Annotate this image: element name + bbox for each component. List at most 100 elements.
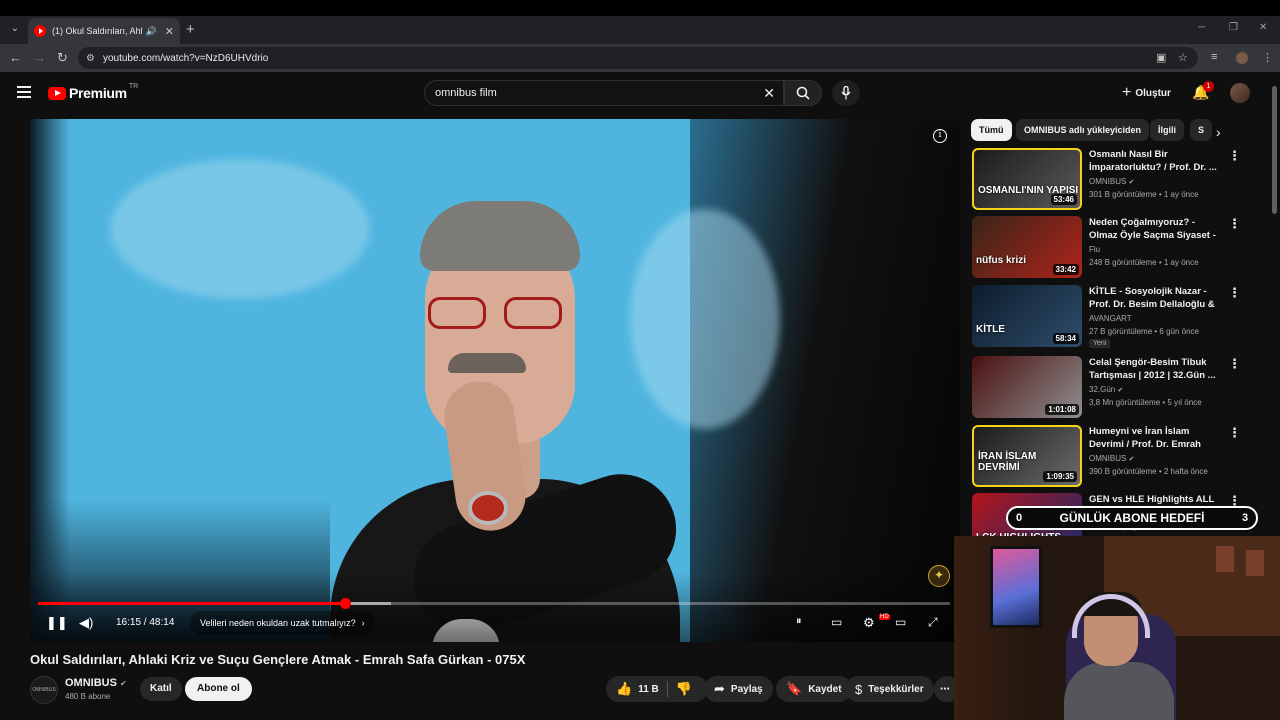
recommendation-thumbnail[interactable]: nüfus krizi 33:42	[972, 216, 1082, 278]
info-icon[interactable]: i	[933, 129, 947, 143]
like-count[interactable]: 11 B	[638, 684, 659, 695]
install-app-icon[interactable]: ▣	[1156, 51, 1166, 64]
recommendation-channel[interactable]: Flu	[1089, 245, 1100, 254]
thumbs-up-icon[interactable]: 👍	[616, 681, 632, 697]
recommendation-channel[interactable]: AVANGART	[1089, 314, 1132, 323]
maximize-icon[interactable]: ❐	[1229, 22, 1238, 33]
recommendation-title[interactable]: Humeyni ve İran İslam Devrimi / Prof. Dr…	[1089, 425, 1221, 451]
recommendation-channel[interactable]: OMNIBUS ✔	[1089, 177, 1134, 186]
thumbs-down-icon[interactable]: 👎	[676, 681, 692, 697]
channel-name[interactable]: OMNIBUS ✔	[65, 677, 127, 689]
subscribe-button[interactable]: Abone ol	[185, 677, 252, 701]
recommendation-thumbnail[interactable]: 1:01:08	[972, 356, 1082, 418]
reload-icon[interactable]: ↻	[57, 50, 68, 66]
address-bar[interactable]: ⚙ youtube.com/watch?v=NzD6UHVdrio	[78, 47, 1198, 69]
recommendation-channel[interactable]: 32.Gün ✔	[1089, 385, 1123, 394]
chevron-right-icon[interactable]: ›	[1216, 124, 1221, 140]
window-close-icon[interactable]: ✕	[1259, 22, 1267, 33]
progress-bar[interactable]	[38, 598, 950, 609]
thumbnail-text: İRAN İSLAM DEVRİMİ	[978, 451, 1037, 473]
profile-icon[interactable]	[1236, 52, 1248, 64]
plus-icon: +	[1122, 84, 1132, 101]
volume-icon[interactable]: ◀)	[79, 615, 93, 631]
more-vertical-icon[interactable]: ⋮	[1228, 216, 1241, 232]
chip-all[interactable]: Tümü	[971, 119, 1012, 141]
recommendation-item[interactable]: KİTLE 58:34 KİTLE - Sosyolojik Nazar - Pro…	[970, 285, 1250, 349]
recommendation-item[interactable]: OSMANLI'NIN YAPISI 53:46 Osmanlı Nasıl Bir…	[970, 148, 1250, 212]
webcam-monitor	[990, 546, 1042, 628]
more-vertical-icon[interactable]: ⋮	[1228, 425, 1241, 441]
verified-icon: ✔	[1117, 387, 1124, 394]
page-scrollbar[interactable]	[1272, 86, 1277, 214]
speaker-hair	[420, 201, 580, 271]
theater-mode-icon[interactable]: ▭	[895, 615, 906, 629]
thanks-button[interactable]: $ Teşekkürler	[845, 676, 934, 702]
autoplay-toggle-icon[interactable]: ⏸	[796, 615, 802, 628]
duration-badge: 1:09:35	[1043, 471, 1077, 482]
recommendation-thumbnail[interactable]: OSMANLI'NIN YAPISI 53:46	[972, 148, 1082, 210]
more-vertical-icon[interactable]: ⋮	[1228, 285, 1241, 301]
fullscreen-icon[interactable]: ⤢	[928, 615, 938, 630]
save-button[interactable]: 🔖 Kaydet	[776, 676, 852, 702]
goal-label: GÜNLÜK ABONE HEDEFİ	[1059, 511, 1205, 525]
webcam-person-body	[1064, 662, 1174, 720]
search-input[interactable]: omnibus film ✕	[424, 80, 784, 106]
channel-text: Flu	[1089, 245, 1101, 254]
recommendation-thumbnail[interactable]: İRAN İSLAM DEVRİMİ 1:09:35	[972, 425, 1082, 487]
settings-gear-icon[interactable]: ⚙	[863, 615, 875, 631]
recommendation-channel[interactable]: OMNIBUS ✔	[1089, 454, 1134, 463]
recommendation-title[interactable]: Celal Şengör-Besim Tibuk Tartışması | 20…	[1089, 356, 1221, 382]
recommendation-item[interactable]: 1:01:08 Celal Şengör-Besim Tibuk Tartışma…	[970, 356, 1250, 420]
recommendation-item[interactable]: nüfus krizi 33:42 Neden Çoğalmıyoruz? - Ol…	[970, 216, 1250, 280]
chapter-button[interactable]: Velileri neden okuldan uzak tutmalıyız? …	[190, 611, 375, 635]
new-tab-icon[interactable]: +	[186, 21, 195, 38]
chip-partial[interactable]: S	[1190, 119, 1213, 141]
forward-icon[interactable]: →	[33, 50, 46, 65]
audio-playing-icon[interactable]: 🔊	[146, 26, 157, 37]
subtitles-icon[interactable]: ▭	[831, 615, 842, 629]
tab-search-icon[interactable]: ⌄	[6, 20, 24, 38]
recommendation-thumbnail[interactable]: KİTLE 58:34	[972, 285, 1082, 347]
minimize-icon[interactable]: ─	[1198, 22, 1205, 33]
browser-menu-icon[interactable]: ⋮	[1262, 51, 1273, 64]
share-button[interactable]: ➦ Paylaş	[704, 676, 773, 702]
bookmark-star-icon[interactable]: ☆	[1178, 51, 1188, 64]
tab-close-icon[interactable]: ✕	[165, 25, 174, 38]
browser-tab[interactable]: (1) Okul Saldırıları, Ahlaki K 🔊 ✕	[28, 18, 180, 44]
more-vertical-icon[interactable]: ⋮	[1228, 356, 1241, 372]
search-query-text: omnibus film	[435, 87, 497, 99]
microphone-icon	[841, 85, 851, 100]
recommendation-title[interactable]: Neden Çoğalmıyoruz? - Olmaz Öyle Saçma S…	[1089, 216, 1221, 242]
share-arrow-icon: ➦	[714, 681, 725, 696]
recommendation-meta: 390 B görüntüleme • 2 hafta önce	[1089, 467, 1208, 476]
pause-icon[interactable]: ❚❚	[46, 615, 68, 631]
clear-search-icon[interactable]: ✕	[763, 85, 775, 102]
more-vertical-icon[interactable]: ⋮	[1228, 148, 1241, 164]
share-label: Paylaş	[730, 683, 763, 695]
media-control-icon[interactable]: ≡	[1211, 51, 1217, 63]
youtube-play-logo-icon	[48, 86, 66, 100]
account-avatar[interactable]	[1230, 83, 1250, 103]
chip-related[interactable]: İlgili	[1150, 119, 1184, 141]
menu-icon[interactable]	[17, 86, 31, 98]
verified-icon: ✔	[1128, 179, 1135, 186]
chip-from-uploader[interactable]: OMNIBUS adlı yükleyiciden	[1016, 119, 1150, 141]
back-icon[interactable]: ←	[9, 50, 22, 65]
video-player[interactable]: i ✦ ❚❚ ◀) 16:15 / 48:14 Velileri neden o…	[30, 119, 960, 642]
chevron-right-icon: ›	[361, 618, 365, 628]
voice-search-button[interactable]	[832, 80, 860, 106]
channel-avatar[interactable]: OMNIBUS	[30, 676, 58, 704]
chapter-title: Velileri neden okuldan uzak tutmalıyız?	[200, 618, 356, 628]
create-button[interactable]: + Oluştur	[1114, 82, 1179, 104]
youtube-favicon-icon	[34, 25, 46, 37]
site-info-icon[interactable]: ⚙	[86, 53, 95, 64]
new-badge: Yeni	[1089, 339, 1111, 348]
channel-text: OMNIBUS	[1089, 177, 1127, 186]
recommendation-title[interactable]: KİTLE - Sosyolojik Nazar - Prof. Dr. Bes…	[1089, 285, 1221, 311]
recommendation-item[interactable]: İRAN İSLAM DEVRİMİ 1:09:35 Humeyni ve İran…	[970, 425, 1250, 489]
youtube-premium-logo[interactable]: Premium TR	[48, 83, 138, 101]
time-display: 16:15 / 48:14	[116, 617, 175, 628]
recommendation-title[interactable]: Osmanlı Nasıl Bir İmparatorluktu? / Prof…	[1089, 148, 1221, 174]
search-button[interactable]	[784, 80, 822, 106]
join-button[interactable]: Katıl	[140, 677, 182, 701]
